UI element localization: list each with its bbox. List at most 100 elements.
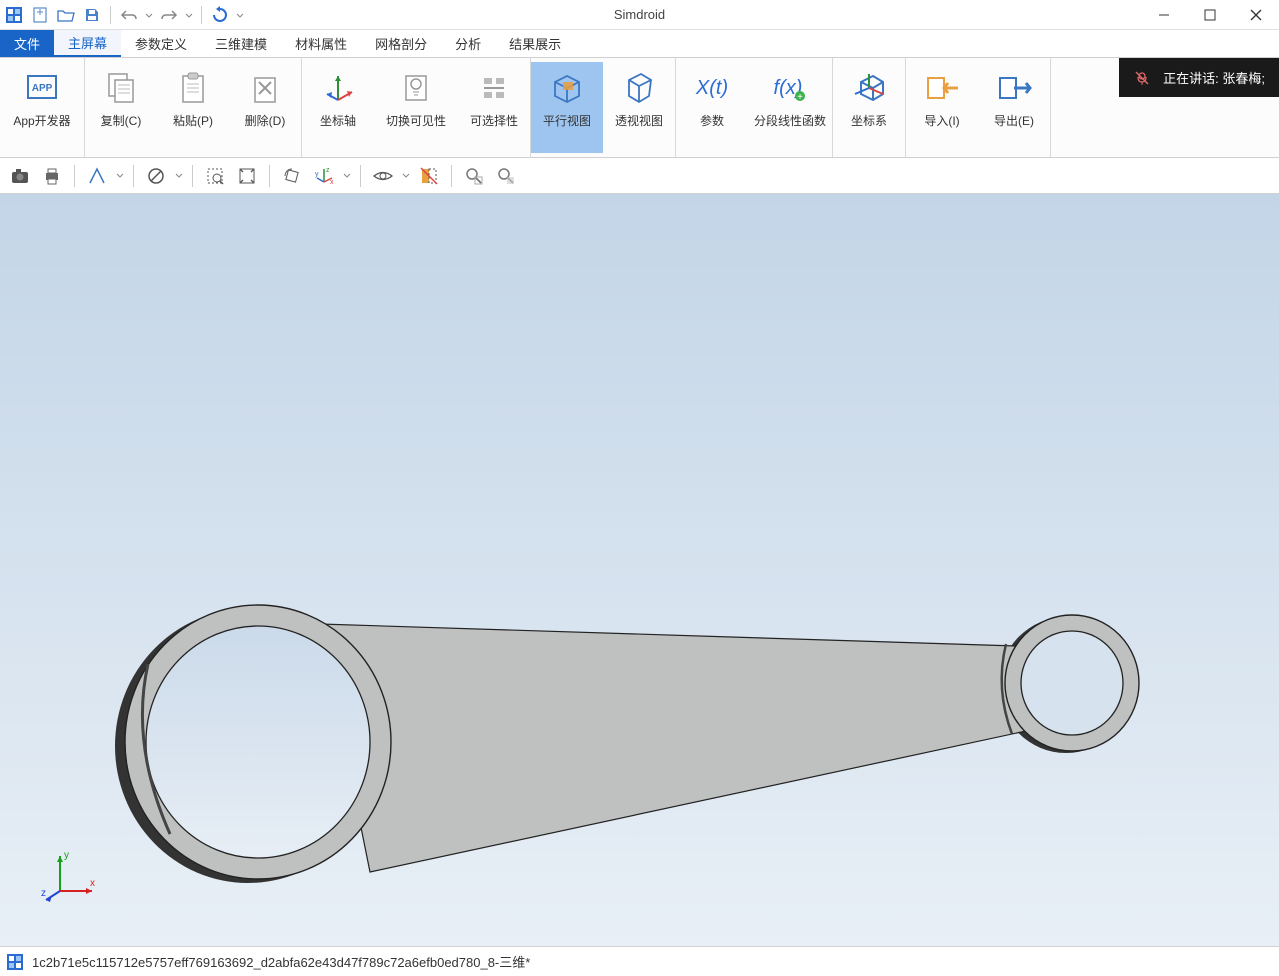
ribbon: APP App开发器 复制(C) 粘贴(P) 删除(D) 坐标轴 切换可见性 可… bbox=[0, 58, 1279, 158]
talking-notification: 正在讲话: 张春梅; bbox=[1119, 58, 1279, 97]
delete-label: 删除(D) bbox=[245, 114, 286, 128]
coord-system-icon bbox=[849, 68, 889, 108]
separator bbox=[201, 6, 202, 24]
paste-button[interactable]: 粘贴(P) bbox=[157, 62, 229, 153]
svg-text:y: y bbox=[315, 171, 319, 178]
connecting-rod-model bbox=[0, 194, 1279, 946]
undo-dropdown-icon[interactable] bbox=[145, 6, 153, 24]
tab-3d-modeling[interactable]: 三维建模 bbox=[201, 30, 281, 57]
secondary-toolbar: zxy bbox=[0, 158, 1279, 194]
tab-material[interactable]: 材料属性 bbox=[281, 30, 361, 57]
status-bar: 1c2b71e5c115712e5757eff769163692_d2abfa6… bbox=[0, 946, 1279, 976]
save-icon[interactable] bbox=[82, 5, 102, 25]
piecewise-linear-func-label: 分段线性函数 bbox=[754, 114, 826, 128]
piecewise-linear-func-button[interactable]: f(x)+ 分段线性函数 bbox=[748, 62, 832, 153]
search-model-icon[interactable] bbox=[460, 162, 488, 190]
search-region-icon[interactable] bbox=[492, 162, 520, 190]
separator bbox=[110, 6, 111, 24]
paste-label: 粘贴(P) bbox=[173, 114, 213, 128]
show-hide-dropdown-icon[interactable] bbox=[401, 173, 411, 179]
new-file-icon[interactable] bbox=[30, 5, 50, 25]
app-developer-button[interactable]: APP App开发器 bbox=[0, 62, 84, 153]
import-label: 导入(I) bbox=[924, 114, 959, 128]
export-label: 导出(E) bbox=[994, 114, 1034, 128]
coord-system-label: 坐标系 bbox=[851, 114, 887, 128]
refresh-icon[interactable] bbox=[210, 5, 230, 25]
perspective-view-label: 透视视图 bbox=[615, 114, 663, 128]
fit-view-icon[interactable] bbox=[233, 162, 261, 190]
axis-x-label: x bbox=[90, 878, 95, 889]
title-bar: Simdroid bbox=[0, 0, 1279, 30]
tab-results[interactable]: 结果展示 bbox=[495, 30, 575, 57]
rotate-view-icon[interactable] bbox=[278, 162, 306, 190]
zoom-window-icon[interactable] bbox=[201, 162, 229, 190]
svg-text:+: + bbox=[797, 92, 803, 103]
redo-icon[interactable] bbox=[159, 5, 179, 25]
tab-param-def[interactable]: 参数定义 bbox=[121, 30, 201, 57]
export-button[interactable]: 导出(E) bbox=[978, 62, 1050, 153]
function-icon: f(x)+ bbox=[770, 68, 810, 108]
app-developer-label: App开发器 bbox=[13, 114, 70, 128]
close-button[interactable] bbox=[1233, 0, 1279, 29]
open-file-icon[interactable] bbox=[56, 5, 76, 25]
maximize-button[interactable] bbox=[1187, 0, 1233, 29]
separator bbox=[269, 165, 270, 187]
selectable-button[interactable]: 可选择性 bbox=[458, 62, 530, 153]
axis-y-label: y bbox=[64, 850, 69, 861]
no-filter-dropdown-icon[interactable] bbox=[174, 173, 184, 179]
axis-z-label: z bbox=[41, 888, 46, 899]
status-document-name: 1c2b71e5c115712e5757eff769163692_d2abfa6… bbox=[32, 952, 530, 971]
import-button[interactable]: 导入(I) bbox=[906, 62, 978, 153]
app-icon: APP bbox=[22, 68, 62, 108]
refresh-dropdown-icon[interactable] bbox=[236, 6, 244, 24]
orient-axes-icon[interactable]: zxy bbox=[310, 162, 338, 190]
model-viewport[interactable]: y x z bbox=[0, 194, 1279, 946]
svg-text:APP: APP bbox=[32, 83, 53, 94]
selectable-icon bbox=[474, 68, 514, 108]
camera-icon[interactable] bbox=[6, 162, 34, 190]
orientation-axes-widget[interactable]: y x z bbox=[40, 846, 100, 906]
perspective-view-button[interactable]: 透视视图 bbox=[603, 62, 675, 153]
import-icon bbox=[922, 68, 962, 108]
copy-button[interactable]: 复制(C) bbox=[85, 62, 157, 153]
parallel-view-button[interactable]: 平行视图 bbox=[531, 62, 603, 153]
copy-icon bbox=[101, 68, 141, 108]
tab-analysis[interactable]: 分析 bbox=[441, 30, 495, 57]
perspective-view-icon bbox=[619, 68, 659, 108]
edge-mode-icon[interactable] bbox=[83, 162, 111, 190]
parameters-label: 参数 bbox=[700, 114, 724, 128]
show-hide-icon[interactable] bbox=[369, 162, 397, 190]
app-logo-icon[interactable] bbox=[4, 5, 24, 25]
status-app-icon bbox=[6, 953, 24, 971]
parallel-view-icon bbox=[547, 68, 587, 108]
notification-text: 正在讲话: 张春梅; bbox=[1163, 68, 1265, 87]
redo-dropdown-icon[interactable] bbox=[185, 6, 193, 24]
separator bbox=[74, 165, 75, 187]
export-icon bbox=[994, 68, 1034, 108]
menu-file[interactable]: 文件 bbox=[0, 30, 54, 57]
window-controls bbox=[1141, 0, 1279, 29]
minimize-button[interactable] bbox=[1141, 0, 1187, 29]
section-view-icon[interactable] bbox=[415, 162, 443, 190]
delete-button[interactable]: 删除(D) bbox=[229, 62, 301, 153]
separator bbox=[451, 165, 452, 187]
coord-system-button[interactable]: 坐标系 bbox=[833, 62, 905, 153]
edge-mode-dropdown-icon[interactable] bbox=[115, 173, 125, 179]
copy-label: 复制(C) bbox=[101, 114, 142, 128]
toggle-visibility-label: 切换可见性 bbox=[386, 114, 446, 128]
quick-access-toolbar bbox=[0, 0, 244, 29]
orient-dropdown-icon[interactable] bbox=[342, 173, 352, 179]
undo-icon[interactable] bbox=[119, 5, 139, 25]
coord-axis-button[interactable]: 坐标轴 bbox=[302, 62, 374, 153]
window-title: Simdroid bbox=[614, 7, 665, 22]
separator bbox=[192, 165, 193, 187]
paste-icon bbox=[173, 68, 213, 108]
microphone-muted-icon bbox=[1133, 69, 1151, 87]
no-filter-icon[interactable] bbox=[142, 162, 170, 190]
tab-main-screen[interactable]: 主屏幕 bbox=[54, 30, 121, 57]
toggle-visibility-button[interactable]: 切换可见性 bbox=[374, 62, 458, 153]
print-icon[interactable] bbox=[38, 162, 66, 190]
tab-mesh[interactable]: 网格剖分 bbox=[361, 30, 441, 57]
parameters-button[interactable]: X(t) 参数 bbox=[676, 62, 748, 153]
coord-axis-icon bbox=[318, 68, 358, 108]
